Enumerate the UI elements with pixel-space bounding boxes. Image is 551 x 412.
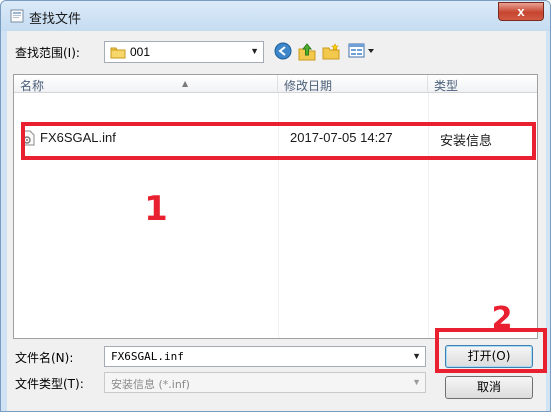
- file-name-value: FX6SGAL.inf: [111, 350, 184, 363]
- annotation-highlight-file: [21, 122, 536, 160]
- file-name-label: 文件名(N):: [15, 351, 74, 365]
- cancel-button[interactable]: 取消: [445, 376, 533, 399]
- file-type-value: 安装信息 (*.inf): [111, 378, 190, 391]
- list-header: 名称 ▲ 修改日期 类型: [14, 75, 537, 93]
- column-header-name[interactable]: 名称 ▲: [14, 75, 278, 93]
- column-header-modified[interactable]: 修改日期: [278, 75, 428, 93]
- column-modified-label: 修改日期: [284, 79, 333, 93]
- annotation-highlight-open: [435, 328, 547, 373]
- back-button[interactable]: [273, 42, 293, 62]
- close-button[interactable]: x: [498, 2, 544, 21]
- new-folder-icon: [322, 43, 340, 60]
- look-in-value: 001: [130, 45, 151, 59]
- app-icon: [10, 9, 24, 23]
- views-menu-icon: [348, 43, 374, 58]
- column-header-type[interactable]: 类型: [428, 75, 537, 93]
- file-list[interactable]: 名称 ▲ 修改日期 类型 FX6SGAL.inf 2017-07-05 14:2…: [13, 74, 538, 339]
- file-type-select[interactable]: 安装信息 (*.inf) ▼: [104, 372, 426, 393]
- dialog-body: 查找范围(I): 001 ▼ 名称 ▲ 修改日期 类型 FX6SGAL.inf …: [7, 31, 547, 411]
- views-menu-button[interactable]: [347, 42, 377, 62]
- chevron-down-icon[interactable]: ▼: [250, 46, 259, 56]
- look-in-label: 查找范围(I):: [15, 46, 80, 60]
- file-type-label: 文件类型(T):: [15, 377, 84, 391]
- svg-text:1: 1: [144, 189, 168, 226]
- back-icon: [274, 42, 292, 60]
- find-file-dialog: 查找文件 x 查找范围(I): 001 ▼ 名称 ▲ 修改日期 类型 FX6SG…: [0, 0, 551, 412]
- chevron-down-icon[interactable]: ▼: [412, 351, 421, 361]
- annotation-step-1: 1: [144, 189, 168, 226]
- file-name-input[interactable]: FX6SGAL.inf ▼: [104, 346, 426, 367]
- column-type-label: 类型: [434, 79, 459, 93]
- svg-text:2: 2: [492, 301, 513, 333]
- annotation-step-2: 2: [492, 301, 513, 333]
- look-in-select[interactable]: 001 ▼: [104, 41, 264, 63]
- sort-ascending-icon: ▲: [182, 79, 189, 88]
- window-title: 查找文件: [29, 12, 82, 27]
- chevron-down-icon[interactable]: ▼: [412, 377, 421, 387]
- title-bar[interactable]: 查找文件 x: [1, 1, 550, 31]
- up-folder-button[interactable]: [297, 42, 317, 62]
- column-name-label: 名称: [20, 79, 45, 93]
- close-icon: x: [517, 4, 525, 19]
- folder-icon: [110, 47, 126, 59]
- up-folder-icon: [298, 43, 316, 61]
- new-folder-button[interactable]: [321, 42, 341, 62]
